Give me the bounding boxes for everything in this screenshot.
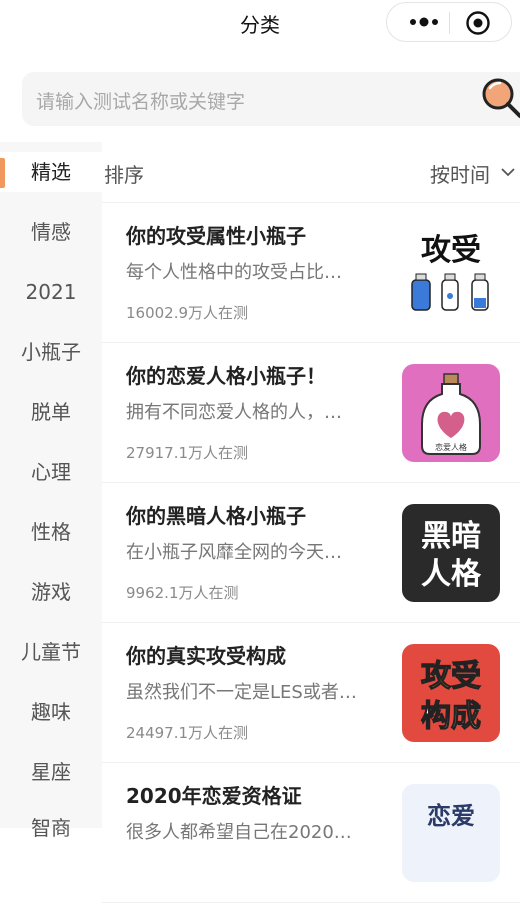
thumb-text-line1: 攻受 — [421, 659, 481, 694]
thumb-text-line1: 黑暗 — [421, 519, 481, 554]
item-desc: 在小瓶子风靡全网的今天… — [126, 542, 342, 563]
sidebar-item-dating[interactable]: 脱单 — [0, 392, 102, 432]
item-desc: 拥有不同恋爱人格的人，… — [126, 402, 342, 423]
list-item[interactable]: 你的黑暗人格小瓶子 在小瓶子风靡全网的今天… 9962.1万人在测 黑暗 人格 — [102, 482, 520, 623]
sort-label: 排序 — [104, 163, 144, 187]
sidebar-item-psychology[interactable]: 心理 — [0, 452, 102, 492]
sort-dropdown[interactable]: 按时间 — [430, 159, 490, 188]
item-thumbnail: 恋爱 — [402, 784, 500, 882]
item-title: 2020年恋爱资格证 — [126, 784, 302, 808]
sort-bar: 排序 按时间 — [102, 142, 520, 203]
item-count: 24497.1万人在测 — [126, 724, 249, 742]
category-sidebar: 精选 情感 2021 小瓶子 脱单 心理 性格 游戏 儿童节 趣味 星座 智商 — [0, 142, 102, 840]
item-desc: 每个人性格中的攻受占比… — [126, 262, 342, 283]
bottles-image: 攻受 — [411, 233, 489, 311]
capsule-divider — [449, 12, 450, 34]
item-title: 你的攻受属性小瓶子 — [126, 224, 306, 248]
list-item[interactable]: 你的真实攻受构成 虽然我们不一定是LES或者… 24497.1万人在测 攻受 构… — [102, 622, 520, 763]
sidebar-item-label: 精选 — [31, 160, 71, 184]
sidebar-item-bottle[interactable]: 小瓶子 — [0, 332, 102, 372]
sidebar-item-label: 2021 — [25, 280, 77, 304]
search-placeholder: 请输入测试名称或关键字 — [36, 91, 246, 113]
item-thumbnail: 恋爱人格 — [402, 364, 500, 462]
thumb-text-line2: 人格 — [421, 557, 482, 592]
sidebar-item-label: 儿童节 — [21, 640, 81, 664]
sidebar-item-label: 星座 — [31, 760, 71, 784]
sidebar-item-label: 智商 — [31, 816, 71, 840]
sidebar-item-label: 小瓶子 — [21, 340, 81, 364]
item-count: 9962.1万人在测 — [126, 584, 239, 602]
sidebar-item-iq[interactable]: 智商 — [0, 808, 102, 848]
attack-defense-image: 攻受 构成 — [420, 658, 481, 734]
sidebar-item-label: 性格 — [31, 520, 71, 544]
sidebar-item-label: 心理 — [31, 460, 71, 484]
sidebar-item-personality[interactable]: 性格 — [0, 512, 102, 552]
search-input[interactable]: 请输入测试名称或关键字 — [22, 72, 520, 126]
sidebar-item-featured[interactable]: 精选 — [0, 152, 102, 192]
sidebar-item-game[interactable]: 游戏 — [0, 572, 102, 612]
sidebar-item-label: 情感 — [31, 220, 71, 244]
sidebar-item-label: 趣味 — [31, 700, 71, 724]
item-count: 16002.9万人在测 — [126, 304, 249, 322]
thumb-text: 恋爱人格 — [435, 442, 467, 452]
sidebar-item-fun[interactable]: 趣味 — [0, 692, 102, 732]
nav-header: 分类 — [0, 0, 520, 46]
more-icon[interactable] — [405, 9, 445, 35]
sidebar-item-zodiac[interactable]: 星座 — [0, 752, 102, 792]
heart-bottle-image: 恋爱人格 — [421, 373, 481, 455]
mini-program-capsule — [386, 2, 512, 42]
item-title: 你的真实攻受构成 — [126, 644, 286, 668]
thumb-text: 恋爱 — [427, 801, 475, 830]
close-target-icon[interactable] — [465, 10, 491, 36]
item-desc: 虽然我们不一定是LES或者… — [126, 682, 357, 703]
sidebar-item-childrens-day[interactable]: 儿童节 — [0, 632, 102, 672]
chevron-down-icon[interactable] — [500, 164, 516, 180]
item-thumbnail: 攻受 构成 — [402, 644, 500, 742]
thumb-text: 攻受 — [421, 233, 481, 268]
search-icon[interactable] — [478, 74, 520, 126]
sidebar-item-label: 脱单 — [31, 400, 71, 424]
sidebar-item-2021[interactable]: 2021 — [0, 272, 102, 312]
active-indicator — [0, 158, 5, 188]
item-thumbnail: 攻受 — [402, 224, 500, 322]
dark-personality-image: 黑暗 人格 — [421, 519, 482, 592]
item-thumbnail: 黑暗 人格 — [402, 504, 500, 602]
sidebar-item-label: 游戏 — [31, 580, 71, 604]
love-certificate-image: 恋爱 — [427, 801, 475, 830]
thumb-text-line2: 构成 — [421, 699, 481, 734]
sidebar-item-emotion[interactable]: 情感 — [0, 212, 102, 252]
list-item[interactable]: 2020年恋爱资格证 很多人都希望自己在2020… 恋爱 — [102, 762, 520, 903]
item-title: 你的黑暗人格小瓶子 — [126, 504, 306, 528]
list-item[interactable]: 你的攻受属性小瓶子 每个人性格中的攻受占比… 16002.9万人在测 攻受 — [102, 202, 520, 343]
item-count: 27917.1万人在测 — [126, 444, 249, 462]
list-item[interactable]: 你的恋爱人格小瓶子！ 拥有不同恋爱人格的人，… 27917.1万人在测 恋爱人格 — [102, 342, 520, 483]
item-desc: 很多人都希望自己在2020… — [126, 822, 352, 843]
item-title: 你的恋爱人格小瓶子！ — [126, 364, 326, 388]
